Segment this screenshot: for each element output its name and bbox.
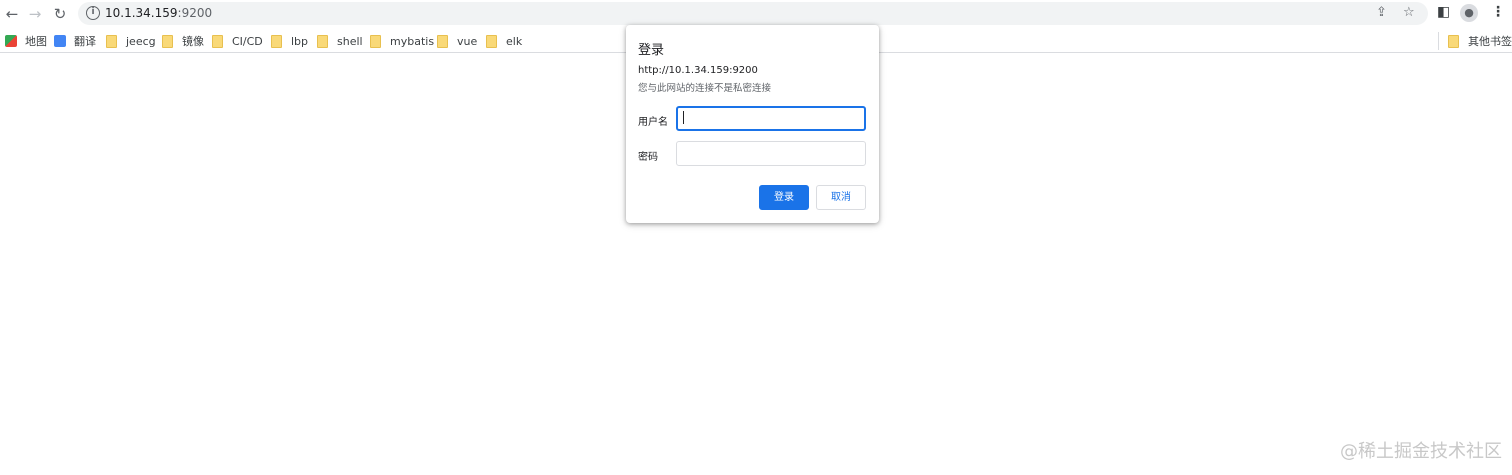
bookmark-label: shell	[337, 34, 363, 48]
share-icon[interactable]: ⇪	[1376, 5, 1387, 20]
info-icon[interactable]: i	[86, 6, 100, 20]
bookmark-jeecg[interactable]: jeecg	[106, 33, 156, 49]
bookmark-label: 其他书签	[1468, 35, 1512, 48]
reload-icon[interactable]: ↻	[50, 4, 70, 24]
folder-icon	[162, 34, 173, 48]
folder-icon	[106, 34, 117, 48]
username-input[interactable]	[676, 106, 866, 131]
folder-icon	[1448, 34, 1459, 48]
auth-dialog: 登录 http://10.1.34.159:9200 您与此网站的连接不是私密连…	[626, 25, 879, 223]
bookmark-label: CI/CD	[232, 34, 263, 48]
address-bar[interactable]: i 10.1.34.159:9200 ⇪ ☆	[78, 2, 1428, 25]
back-icon[interactable]: ←	[2, 4, 22, 24]
folder-icon	[317, 34, 328, 48]
side-panel-icon[interactable]: ◧	[1437, 4, 1450, 20]
bookmark-mybatis[interactable]: mybatis	[370, 33, 434, 49]
url-host: 10.1.34.159	[105, 6, 178, 20]
dialog-privacy-note: 您与此网站的连接不是私密连接	[638, 83, 772, 94]
username-label: 用户名	[638, 117, 668, 128]
bookmark-translate[interactable]: 翻译	[54, 33, 96, 49]
bookmark-elk[interactable]: elk	[486, 33, 522, 49]
bookmark-label: 翻译	[74, 35, 96, 48]
password-input[interactable]	[676, 141, 866, 166]
bookmark-label: 地图	[25, 35, 47, 48]
maps-icon	[5, 35, 17, 47]
bookmark-label: mybatis	[390, 34, 435, 48]
text-caret	[683, 111, 684, 124]
bookmark-label: 镜像	[182, 35, 204, 48]
bookmarks-divider	[1438, 32, 1439, 50]
browser-toolbar: ← → ↻ i 10.1.34.159:9200 ⇪ ☆ ◧ ● ⋮	[0, 0, 1512, 28]
other-bookmarks[interactable]: 其他书签	[1448, 33, 1512, 49]
menu-icon[interactable]: ⋮	[1491, 4, 1505, 20]
bookmark-maps[interactable]: 地图	[5, 33, 47, 49]
bookmark-label: jeecg	[126, 34, 156, 48]
star-icon[interactable]: ☆	[1403, 5, 1415, 20]
profile-avatar-icon[interactable]: ●	[1460, 4, 1478, 22]
password-label: 密码	[638, 152, 658, 163]
url-text[interactable]: 10.1.34.159:9200	[105, 6, 212, 20]
dialog-origin: http://10.1.34.159:9200	[638, 65, 758, 76]
forward-icon[interactable]: →	[25, 4, 45, 24]
folder-icon	[437, 34, 448, 48]
bookmark-shell[interactable]: shell	[317, 33, 363, 49]
dialog-title: 登录	[638, 43, 665, 58]
bookmark-label: elk	[506, 34, 523, 48]
bookmark-vue[interactable]: vue	[437, 33, 477, 49]
bookmark-label: lbp	[291, 34, 309, 48]
bookmark-mirror[interactable]: 镜像	[162, 33, 204, 49]
bookmark-cicd[interactable]: CI/CD	[212, 33, 263, 49]
url-port: :9200	[177, 6, 213, 20]
cancel-button[interactable]: 取消	[816, 185, 866, 210]
login-button[interactable]: 登录	[759, 185, 809, 210]
watermark: @稀土掘金技术社区	[1340, 441, 1502, 462]
bookmark-lbp[interactable]: lbp	[271, 33, 308, 49]
folder-icon	[271, 34, 282, 48]
folder-icon	[486, 34, 497, 48]
folder-icon	[212, 34, 223, 48]
bookmark-label: vue	[457, 34, 478, 48]
translate-icon	[54, 35, 66, 47]
folder-icon	[370, 34, 381, 48]
